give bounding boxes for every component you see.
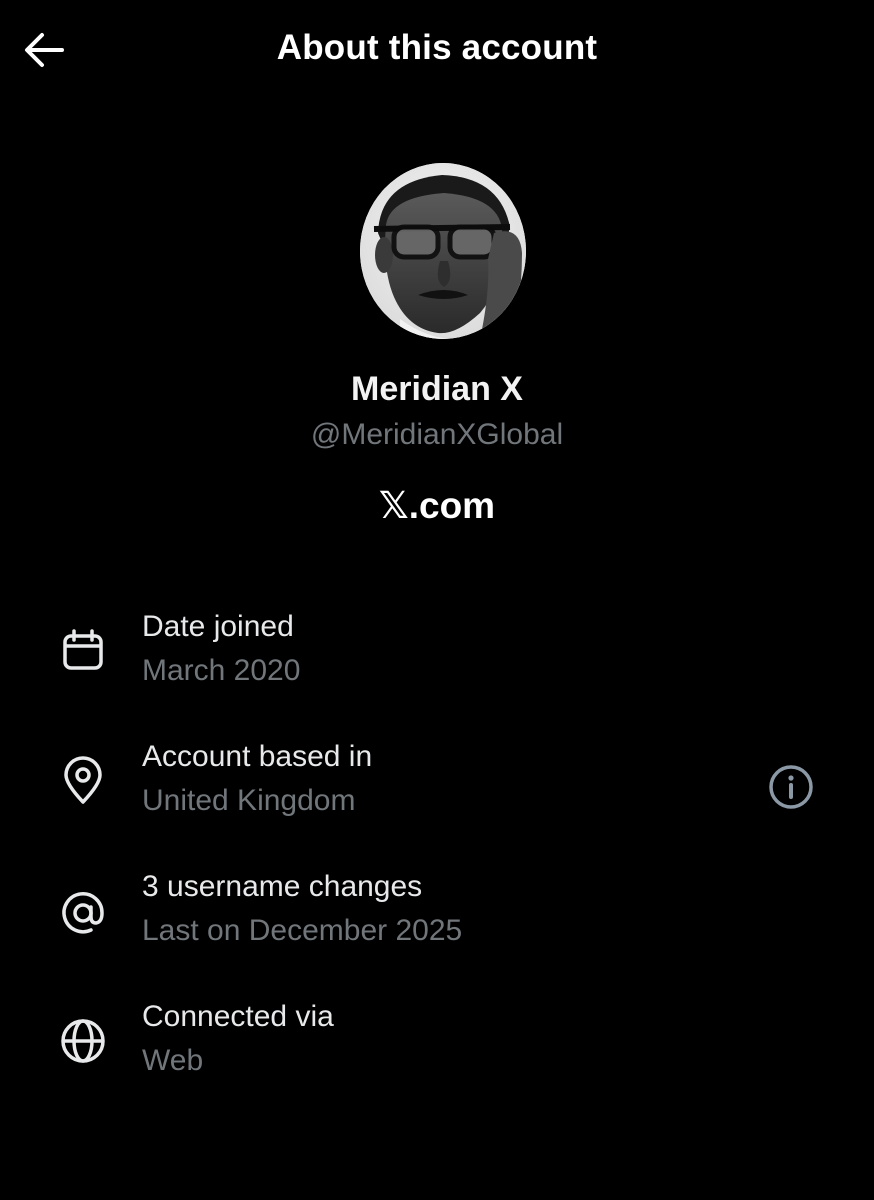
row-title: 3 username changes bbox=[142, 870, 423, 903]
profile-photo bbox=[360, 163, 526, 339]
globe-icon bbox=[56, 1014, 110, 1068]
row-value: March 2020 bbox=[142, 654, 301, 687]
avatar[interactable] bbox=[360, 163, 526, 339]
info-button[interactable] bbox=[764, 760, 818, 814]
row-title: Connected via bbox=[142, 1000, 334, 1033]
info-row-account-based-in: Account based in United Kingdom bbox=[0, 740, 874, 850]
row-title: Account based in bbox=[142, 740, 373, 773]
info-row-date-joined: Date joined March 2020 bbox=[0, 610, 874, 720]
page-title: About this account bbox=[276, 28, 598, 67]
location-pin-icon bbox=[56, 754, 110, 808]
info-icon bbox=[769, 765, 813, 809]
site-label: 𝕏.com bbox=[378, 485, 496, 526]
info-row-username-changes: 3 username changes Last on December 2025 bbox=[0, 870, 874, 980]
info-row-connected-via: Connected via Web bbox=[0, 1000, 874, 1110]
username-handle: @MeridianXGlobal bbox=[310, 418, 564, 451]
row-value: Web bbox=[142, 1044, 204, 1077]
row-title: Date joined bbox=[142, 610, 294, 643]
row-value: United Kingdom bbox=[142, 784, 356, 817]
calendar-icon bbox=[56, 624, 110, 678]
top-bar: About this account bbox=[0, 0, 874, 100]
display-name: Meridian X bbox=[351, 370, 523, 408]
row-value: Last on December 2025 bbox=[142, 914, 463, 947]
at-sign-icon bbox=[56, 886, 110, 940]
